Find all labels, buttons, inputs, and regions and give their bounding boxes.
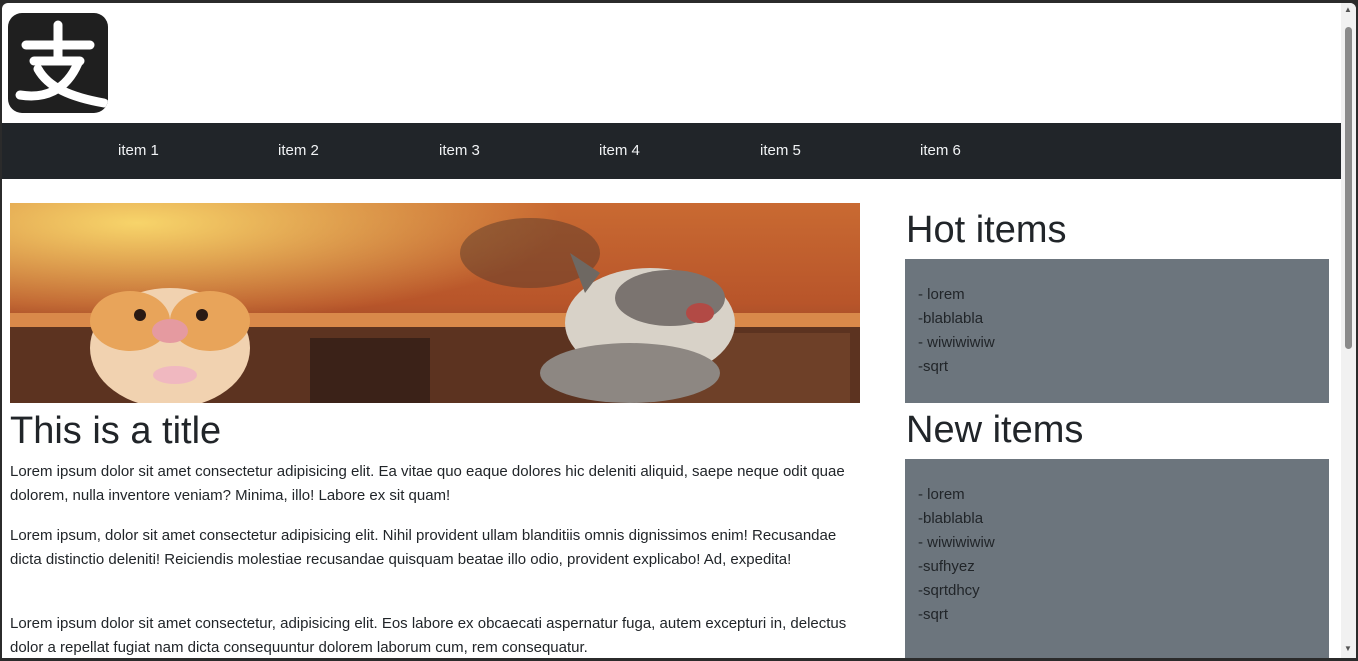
list-item: -sqrt [918,358,948,375]
hot-items-box: - lorem -blablabla - wiwiwiwiw -sqrt [905,259,1329,403]
nav-item-3[interactable]: item 3 [439,123,480,179]
list-item: -sufhyez [918,558,975,575]
paragraph-3: Lorem ipsum dolor sit amet consectetur, … [10,615,847,656]
list-item: -blablabla [918,310,984,327]
list-item: -blablabla [918,510,984,527]
list-item: - wiwiwiwiw [918,534,995,551]
list-item: - lorem [918,286,965,303]
scroll-up-icon[interactable]: ▲ [1344,5,1352,14]
navbar: item 1 item 2 item 3 item 4 item 5 item … [2,123,1341,179]
hero-image [10,203,860,403]
vertical-scrollbar[interactable]: ▲ ▼ [1341,3,1356,658]
new-items-heading: New items [906,409,1084,451]
nav-item-6[interactable]: item 6 [920,123,961,179]
scrollbar-thumb[interactable] [1345,27,1352,349]
nav-item-1[interactable]: item 1 [118,123,159,179]
paragraph-1: Lorem ipsum dolor sit amet consectetur a… [10,463,845,504]
hero-illustration [10,203,860,403]
nav-item-2[interactable]: item 2 [278,123,319,179]
nav-item-4[interactable]: item 4 [599,123,640,179]
page-title: This is a title [10,410,222,452]
list-item: - wiwiwiwiw [918,334,995,351]
list-item: -sqrt [918,606,948,623]
new-items-box: - lorem -blablabla - wiwiwiwiw -sufhyez … [905,459,1329,658]
alipay-logo-icon [15,20,108,108]
page-viewport: item 1 item 2 item 3 item 4 item 5 item … [2,3,1341,658]
paragraph-2: Lorem ipsum, dolor sit amet consectetur … [10,527,837,568]
browser-window: item 1 item 2 item 3 item 4 item 5 item … [2,3,1356,658]
list-item: -sqrtdhcy [918,582,980,599]
scroll-down-icon[interactable]: ▼ [1344,644,1352,653]
nav-item-5[interactable]: item 5 [760,123,801,179]
hot-items-heading: Hot items [906,209,1067,251]
logo[interactable] [8,13,108,113]
list-item: - lorem [918,486,965,503]
